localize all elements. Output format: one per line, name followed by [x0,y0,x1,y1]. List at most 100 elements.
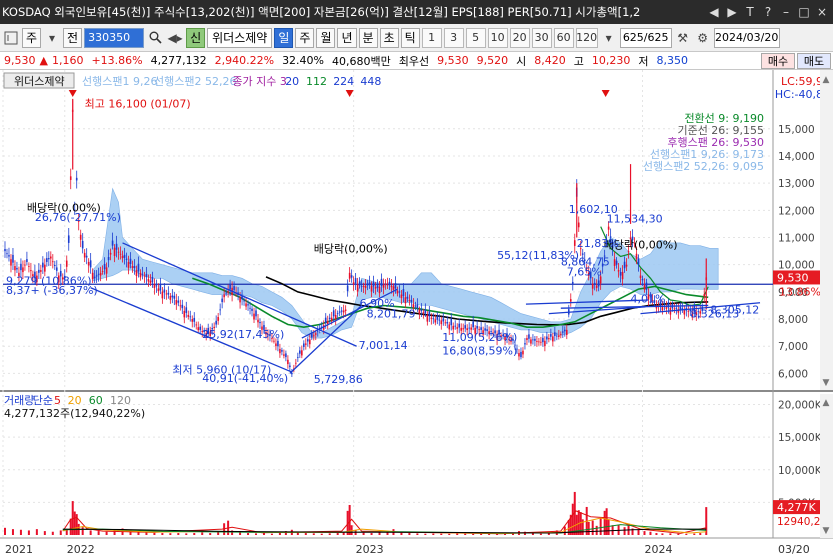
tab-year[interactable]: 년 [337,27,357,48]
candle-body [536,341,538,343]
interval-120[interactable]: 120 [575,27,598,48]
text-mode-icon[interactable]: T [743,5,757,19]
candle-body [169,295,172,300]
candle-body [197,327,200,331]
candle-body [617,270,620,272]
candle-body [456,327,459,329]
candle-body [400,294,403,299]
open-price: 8,420 [534,54,566,67]
candle-body [303,343,305,347]
tab-month[interactable]: 월 [316,27,336,48]
window-buttons: ◀ ▶ T ? – □ × [707,5,833,19]
price-scrollbar[interactable] [820,70,833,390]
candle-body [129,258,132,265]
volume-bar [73,511,76,535]
candle-body [591,283,594,289]
close-icon[interactable]: × [815,5,829,19]
tab-week[interactable]: 주 [295,27,315,48]
code-input[interactable]: 330350 [84,27,145,48]
candle-body [165,293,168,295]
candle-body [121,255,124,259]
candle-body [109,252,112,255]
sell-button[interactable]: 매도 [797,52,831,69]
x-tick-label: 2021 [5,543,33,556]
candle-body [275,343,277,347]
candle-body [229,283,231,290]
candle-body [420,309,423,311]
volume-bar [464,533,467,535]
minimize-icon[interactable]: – [779,5,793,19]
candle-body [189,316,192,318]
candle-body [133,266,136,269]
candle-body [243,300,245,302]
tab-tick[interactable]: 틱 [400,27,420,48]
interval-10[interactable]: 10 [487,27,508,48]
volume-bar [177,533,180,535]
maximize-icon[interactable]: □ [797,5,811,19]
settings-icon[interactable]: ⚙ [694,28,712,48]
tab-second[interactable]: 초 [379,27,399,48]
interval-5[interactable]: 5 [465,27,486,48]
speaker-icon[interactable]: ◀▸ [166,28,184,48]
tab-minute[interactable]: 분 [358,27,378,48]
volume-bar [607,519,610,535]
candle-body [97,273,100,275]
candle-body [458,323,461,328]
interval-3[interactable]: 3 [443,27,464,48]
y-tick-label: 14,000 [778,151,815,163]
candle-body [159,284,162,291]
chevron-down-icon[interactable]: ▾ [600,28,618,48]
candle-body [295,362,297,364]
candle-body [137,263,140,272]
volume-bar [643,531,646,535]
candle-body [239,297,241,303]
candle-body [338,311,341,313]
volume-scrollbar[interactable] [820,394,833,538]
candle-body [364,285,367,289]
candle-body [69,176,72,180]
volume-bar [693,533,696,535]
chart-annotation: 8,37+ (-36,37%) [6,284,98,297]
interval-20[interactable]: 20 [509,27,530,48]
candle-body [348,272,351,279]
chart-area[interactable]: 15,00014,00013,00012,00011,00010,0009,00… [0,70,833,558]
tab-day[interactable]: 일 [274,27,294,48]
candle-body [526,338,528,341]
candle-body [623,261,626,269]
candle-body [452,325,455,330]
next-arrow-icon[interactable]: ▶ [725,5,739,19]
chevron-down-icon[interactable]: ▾ [43,28,61,48]
candle-count[interactable]: 625/625 [619,27,672,48]
candle-body [635,253,638,259]
volume-bar [97,531,100,535]
buy-button[interactable]: 매수 [761,52,795,69]
candle-body [476,325,478,329]
volume-bar [617,524,620,535]
interval-1[interactable]: 1 [421,27,442,48]
interval-30[interactable]: 30 [531,27,552,48]
candle-body [287,359,289,365]
candle-body [324,317,327,324]
date-field[interactable]: 2024/03/20 [713,27,780,48]
type-select[interactable]: 주 [22,27,42,48]
volume-bar [201,532,204,535]
interval-60[interactable]: 60 [553,27,574,48]
stock-name[interactable]: 위더스제약 [207,27,273,48]
candle-body [255,310,257,317]
volume-bar [247,533,250,535]
candle-body [462,328,464,330]
prev-arrow-icon[interactable]: ◀ [707,5,721,19]
search-icon[interactable] [146,28,164,48]
candle-body [91,272,94,280]
legend-entry: 224 [333,75,354,88]
chart-tools-icon[interactable]: ⚒ [674,28,692,48]
candle-body [530,339,532,344]
candle-body [336,313,339,315]
new-button[interactable]: 신 [186,27,206,48]
candle-body [645,282,648,290]
period-button[interactable]: 전 [63,27,83,48]
candle-body [42,262,44,268]
help-icon[interactable]: ? [761,5,775,19]
menu-icon[interactable] [2,28,20,48]
legend-entry: 112 [306,75,327,88]
